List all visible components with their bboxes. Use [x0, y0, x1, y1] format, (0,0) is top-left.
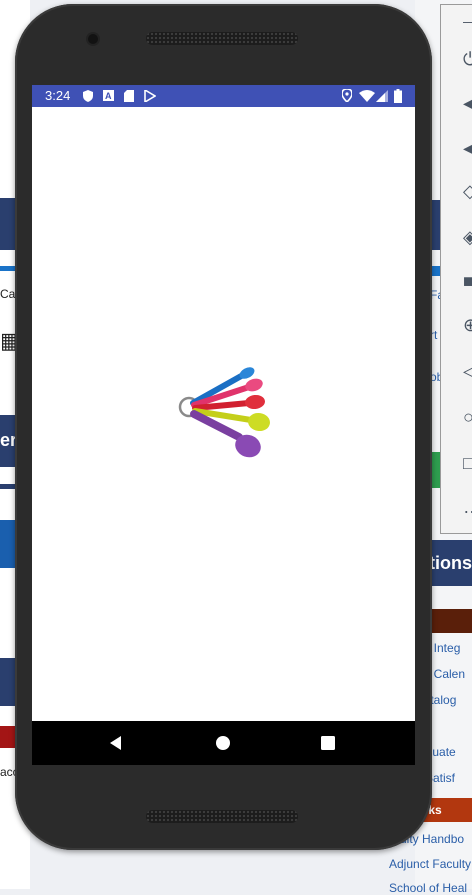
minimize-icon[interactable]: — [463, 11, 472, 31]
measuring-spoons-image [178, 367, 270, 458]
back-icon[interactable] [107, 733, 127, 753]
rotate-left-icon[interactable]: ◇ [463, 181, 472, 201]
more-icon[interactable]: … [463, 497, 472, 517]
emulator-toolbar: — ⏻ ◀ ◂ ◇ ◈ ■ ⊕ ◁ ○ □ … [440, 4, 472, 534]
font-icon: A [103, 90, 114, 101]
battery-icon [394, 89, 402, 103]
rotate-right-icon[interactable]: ◈ [463, 227, 472, 247]
status-time: 3:24 [45, 88, 71, 103]
home-icon[interactable]: ○ [463, 407, 472, 427]
shield-icon [83, 90, 93, 102]
location-icon [342, 89, 352, 102]
status-bar: 3:24 A [32, 85, 415, 107]
camera-icon[interactable]: ■ [463, 271, 472, 291]
bottom-speaker [146, 810, 298, 823]
play-store-icon [144, 90, 156, 102]
sd-card-icon [124, 90, 134, 102]
background-link[interactable]: Adjunct Faculty [389, 857, 471, 871]
wifi-icon [359, 90, 375, 102]
volume-down-icon[interactable]: ◂ [463, 138, 472, 158]
top-speaker [146, 32, 298, 45]
cellular-signal-icon [376, 90, 388, 102]
phone-screen: 3:24 A [32, 85, 415, 765]
volume-up-icon[interactable]: ◀ [463, 93, 472, 113]
front-camera [88, 34, 98, 44]
overview-icon[interactable]: □ [463, 453, 472, 473]
power-icon[interactable]: ⏻ [463, 49, 472, 69]
navigation-bar [32, 721, 415, 765]
back-icon[interactable]: ◁ [463, 361, 472, 381]
svg-text:A: A [105, 91, 112, 101]
zoom-icon[interactable]: ⊕ [463, 315, 472, 335]
home-icon[interactable] [213, 733, 233, 753]
background-link[interactable]: School of Heal [389, 881, 467, 895]
overview-icon[interactable] [318, 733, 338, 753]
